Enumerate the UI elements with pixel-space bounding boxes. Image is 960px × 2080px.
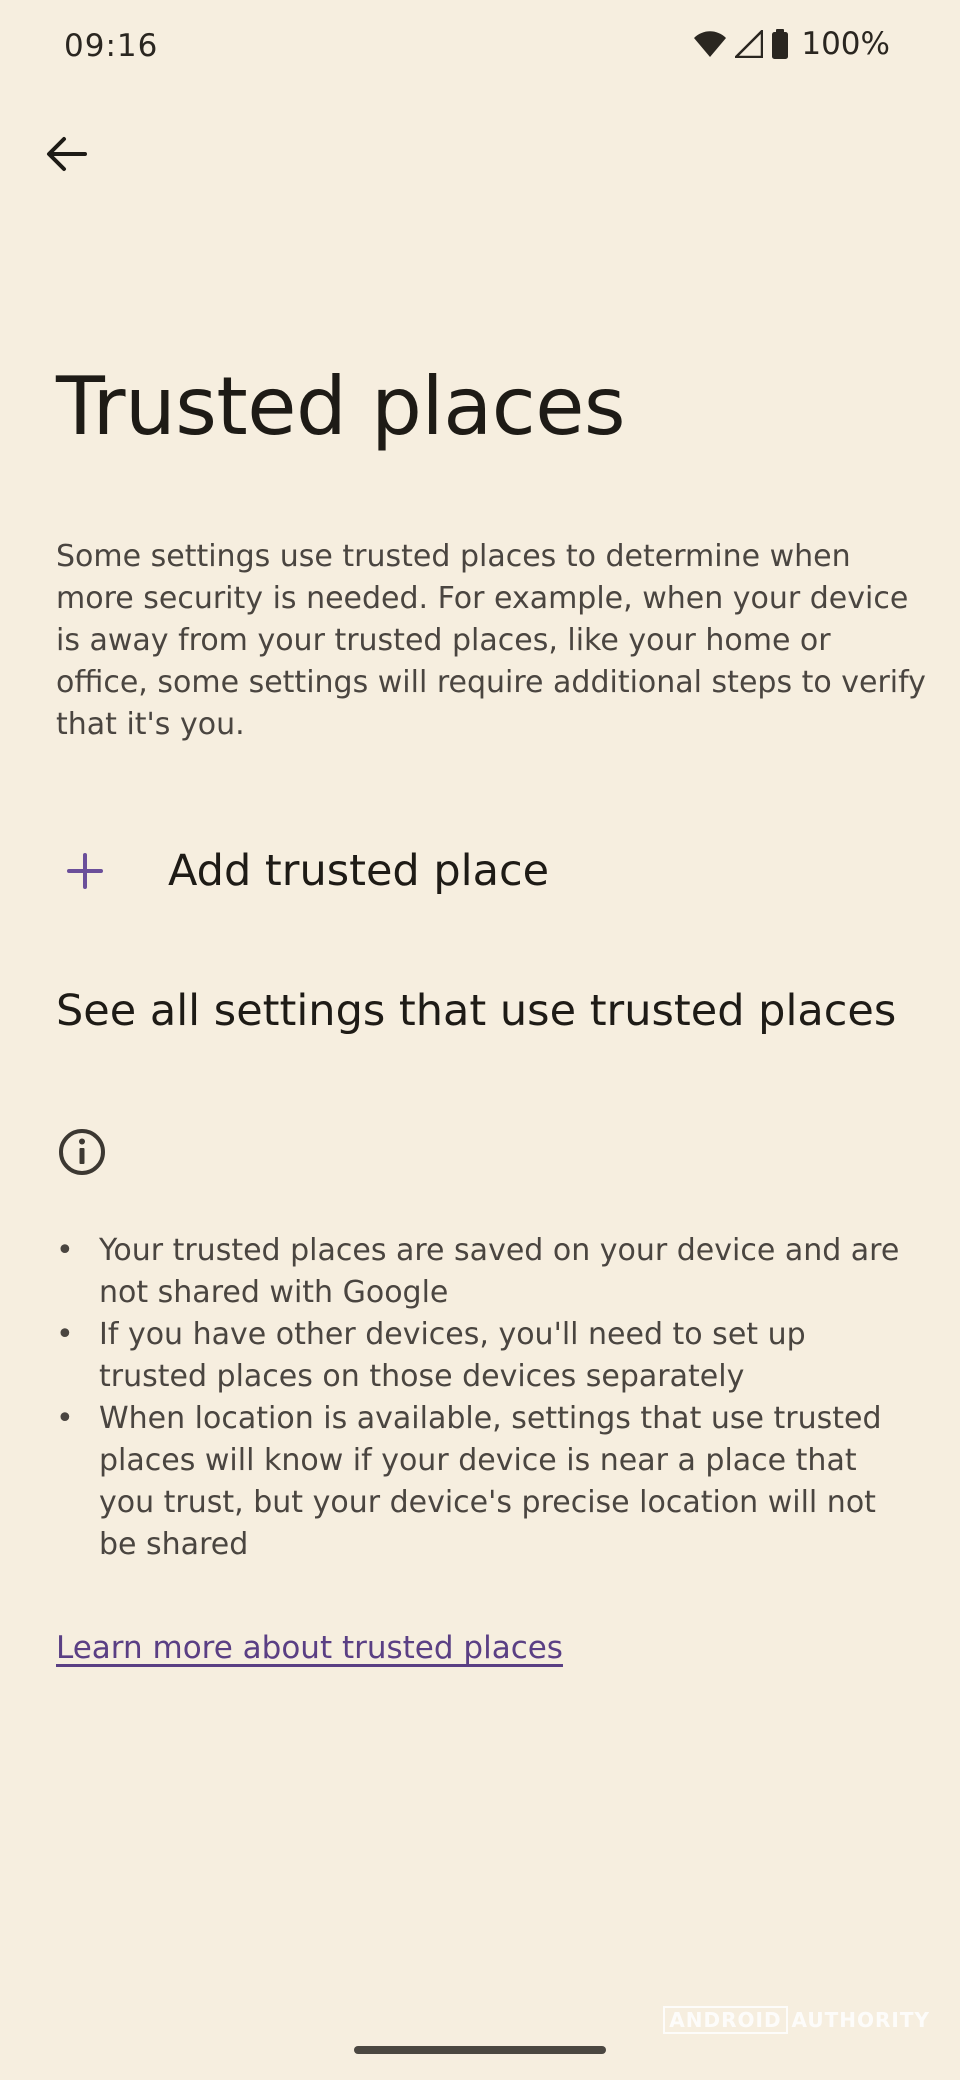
info-item-text: If you have other devices, you'll need t… <box>99 1317 806 1394</box>
watermark-part1: ANDROID <box>663 2006 788 2034</box>
see-all-settings-link[interactable]: See all settings that use trusted places <box>56 986 936 1046</box>
status-icons: 100% <box>693 26 890 62</box>
info-list-item: • If you have other devices, you'll need… <box>56 1314 916 1398</box>
page-title: Trusted places <box>56 360 626 453</box>
bullet: • <box>56 1233 74 1268</box>
bullet: • <box>56 1317 74 1352</box>
watermark: ANDROID AUTHORITY <box>663 2006 930 2034</box>
battery-icon <box>771 29 789 59</box>
info-icon <box>58 1128 106 1176</box>
status-bar: 09:16 100% <box>0 0 960 96</box>
plus-icon <box>66 852 104 890</box>
info-list: • Your trusted places are saved on your … <box>56 1230 916 1566</box>
page-description: Some settings use trusted places to dete… <box>56 539 926 742</box>
wifi-icon <box>693 30 727 58</box>
learn-more-link[interactable]: Learn more about trusted places <box>56 1630 563 1666</box>
status-time: 09:16 <box>64 28 159 64</box>
add-trusted-place-button[interactable]: Add trusted place <box>0 828 960 914</box>
gesture-navigation-bar[interactable] <box>354 2046 606 2054</box>
arrow-back-icon <box>45 136 87 176</box>
info-item-text: Your trusted places are saved on your de… <box>99 1233 900 1310</box>
watermark-part2: AUTHORITY <box>791 2008 930 2032</box>
battery-percentage: 100% <box>801 26 890 62</box>
cell-signal-icon <box>735 30 764 58</box>
info-item-text: When location is available, settings tha… <box>99 1401 882 1562</box>
info-list-item: • When location is available, settings t… <box>56 1398 916 1566</box>
add-trusted-place-label: Add trusted place <box>168 846 550 896</box>
back-button[interactable] <box>36 126 96 186</box>
bullet: • <box>56 1401 74 1436</box>
info-list-item: • Your trusted places are saved on your … <box>56 1230 916 1314</box>
